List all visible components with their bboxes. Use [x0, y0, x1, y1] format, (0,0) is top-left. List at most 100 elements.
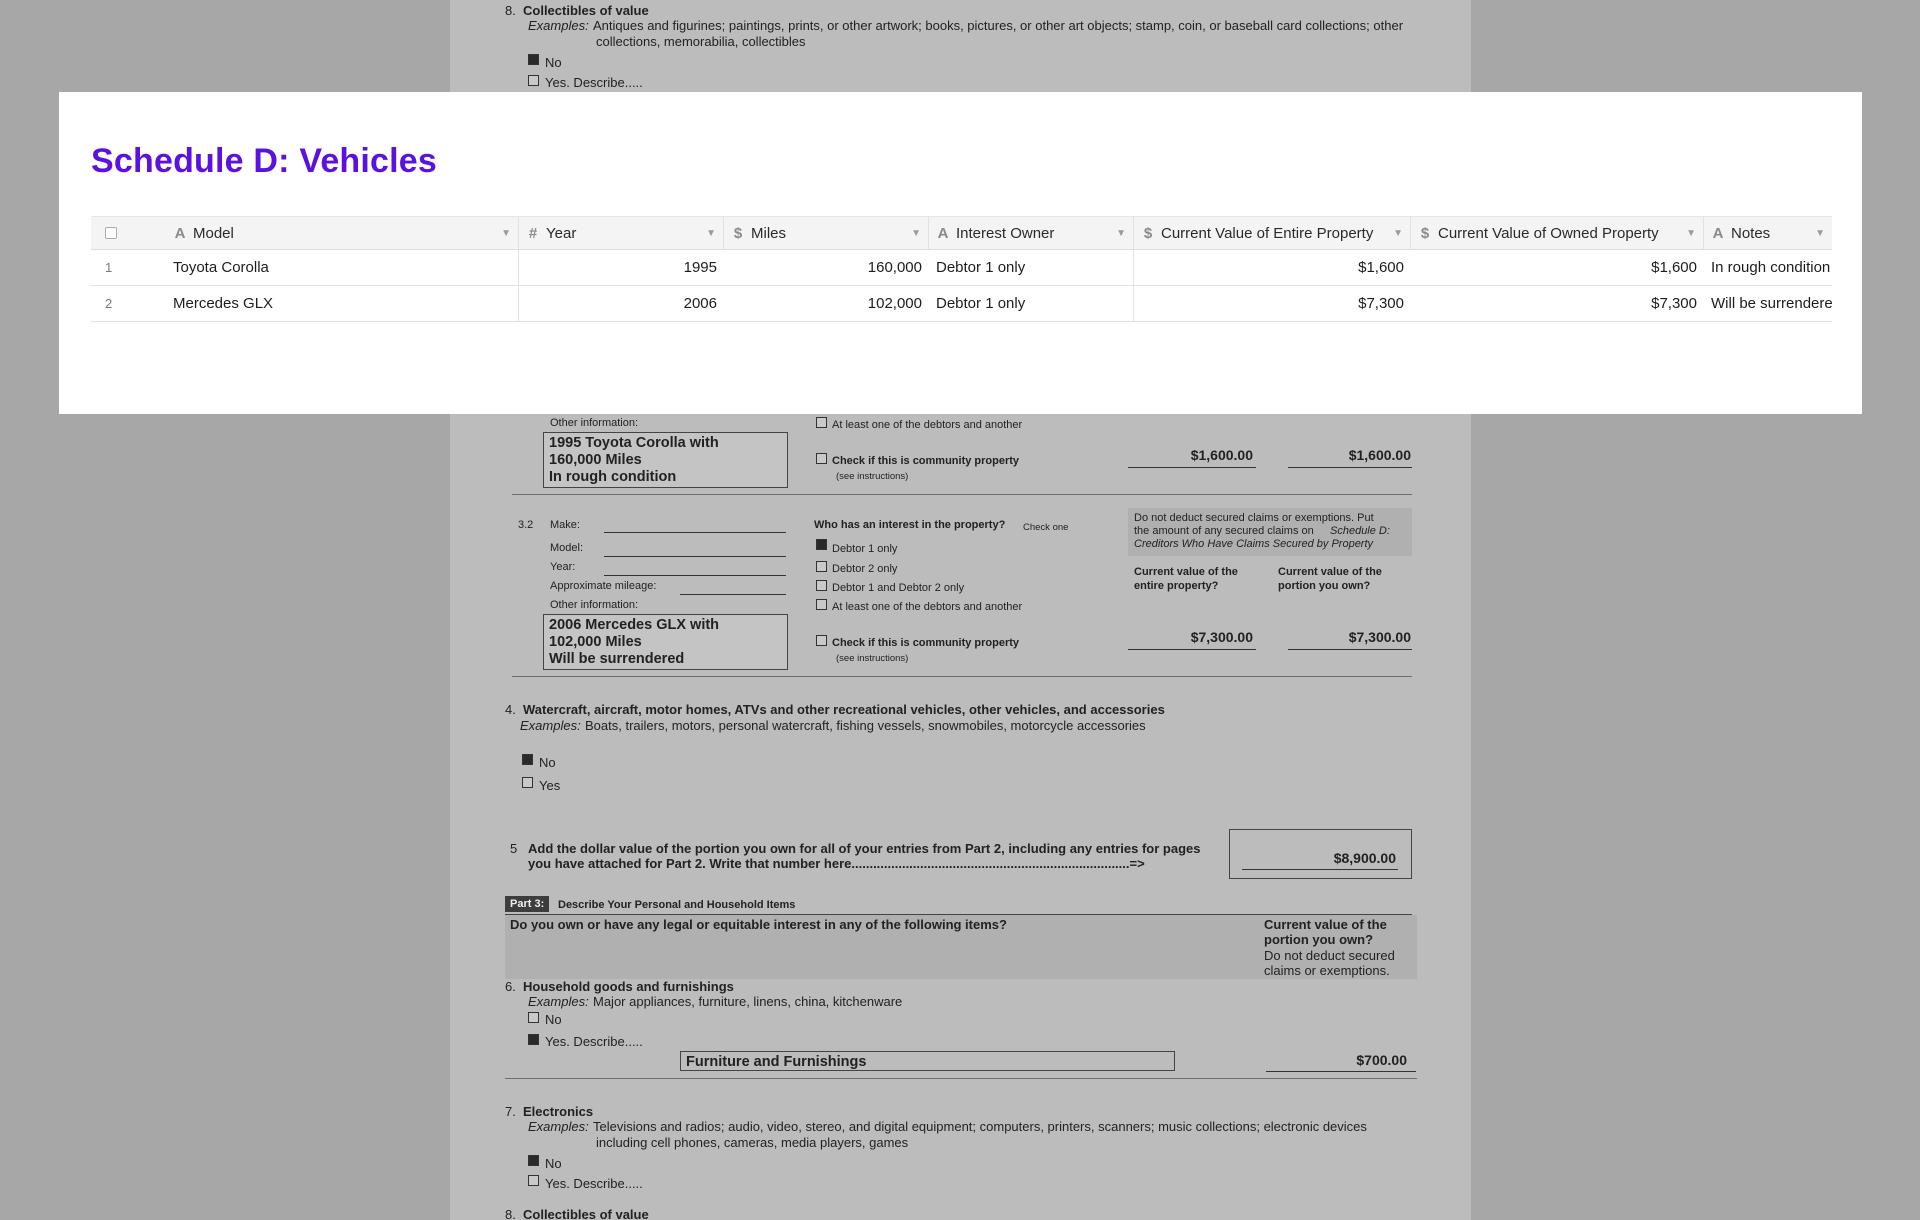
- checkbox-yes-checked: [528, 1034, 539, 1045]
- cell-model[interactable]: Mercedes GLX: [166, 286, 519, 321]
- item-number: 8.: [505, 1207, 516, 1220]
- text-field-icon: A: [937, 224, 949, 242]
- field-label: Make:: [550, 519, 580, 531]
- option-label: At least one of the debtors and another: [832, 601, 1023, 613]
- item-title: Collectibles of value: [523, 3, 649, 18]
- option-label: At least one of the debtors and another: [832, 419, 1023, 431]
- value-entire: $1,600.00: [1190, 447, 1253, 463]
- column-header-model[interactable]: A Model ▼: [166, 217, 519, 249]
- value-owned: $1,600.00: [1348, 447, 1411, 463]
- chevron-down-icon[interactable]: ▼: [1686, 228, 1696, 239]
- option-label: Yes. Describe.....: [545, 1176, 643, 1191]
- column-label: Year: [546, 224, 577, 242]
- checkbox: [816, 580, 827, 591]
- part-question: Do you own or have any legal or equitabl…: [510, 917, 1007, 932]
- item-title: Household goods and furnishings: [523, 979, 734, 994]
- cell-interest-owner[interactable]: Debtor 1 only: [929, 286, 1134, 321]
- checkbox-no-checked: [528, 1155, 539, 1166]
- community-label: Check if this is community property: [832, 455, 1020, 467]
- cell-notes[interactable]: In rough condition: [1704, 250, 1832, 285]
- other-info-box: 1995 Toyota Corolla with 160,000 Miles I…: [543, 432, 788, 488]
- underline: [1288, 467, 1412, 468]
- column-header-year[interactable]: # Year ▼: [519, 217, 724, 249]
- column-header-miles[interactable]: $ Miles ▼: [724, 217, 929, 249]
- cell-entire-value[interactable]: $7,300: [1134, 286, 1411, 321]
- total-instruction: Add the dollar value of the portion you …: [528, 841, 1201, 856]
- note-text: Creditors Who Have Claims Secured by Pro…: [1134, 538, 1374, 550]
- check-one: Check one: [1023, 522, 1069, 533]
- checkbox-no-checked: [528, 54, 539, 65]
- currency-field-icon: $: [1143, 224, 1153, 242]
- underline: [1266, 1071, 1416, 1072]
- option-label: Debtor 2 only: [832, 563, 898, 575]
- examples-text: Antiques and figurines; paintings, print…: [593, 18, 1404, 33]
- cell-interest-owner[interactable]: Debtor 1 only: [929, 250, 1134, 285]
- item-title: Electronics: [523, 1104, 594, 1119]
- option-label: No: [545, 1012, 562, 1027]
- underline: [680, 594, 786, 595]
- underline: [1128, 649, 1256, 650]
- item-title: Watercraft, aircraft, motor homes, ATVs …: [523, 702, 1165, 717]
- community-label: Check if this is community property: [832, 637, 1020, 649]
- item-number: 5: [510, 841, 518, 856]
- column-header-owned-value[interactable]: $ Current Value of Owned Property ▼: [1411, 217, 1704, 249]
- note-text: the amount of any secured claims on: [1134, 525, 1314, 537]
- cell-year[interactable]: 2006: [519, 286, 724, 321]
- description-text: Furniture and Furnishings: [686, 1054, 867, 1070]
- underline: [604, 556, 786, 557]
- column-label: Model: [193, 224, 234, 242]
- column-label: Miles: [751, 224, 787, 242]
- table-row[interactable]: 1 Toyota Corolla 1995 160,000 Debtor 1 o…: [91, 250, 1832, 286]
- checkbox-yes: [528, 75, 539, 86]
- cell-miles[interactable]: 102,000: [724, 286, 929, 321]
- cell-notes[interactable]: Will be surrendered: [1704, 286, 1832, 321]
- cell-model[interactable]: Toyota Corolla: [166, 250, 519, 285]
- cell-entire-value[interactable]: $1,600: [1134, 250, 1411, 285]
- examples-text: Major appliances, furniture, linens, chi…: [593, 994, 903, 1009]
- chevron-down-icon[interactable]: ▼: [1393, 228, 1403, 239]
- see-instructions: (see instructions): [836, 653, 909, 664]
- panel-title: Schedule D: Vehicles: [91, 142, 438, 180]
- chevron-down-icon[interactable]: ▼: [706, 228, 716, 239]
- cell-year[interactable]: 1995: [519, 250, 724, 285]
- chevron-down-icon[interactable]: ▼: [1116, 228, 1126, 239]
- cell-owned-value[interactable]: $7,300: [1411, 286, 1704, 321]
- checkbox: [816, 635, 827, 646]
- underline: [604, 532, 786, 533]
- checkbox-debtor1-checked: [816, 539, 827, 550]
- description-box: Furniture and Furnishings: [680, 1051, 1175, 1071]
- underline: [1128, 467, 1256, 468]
- field-label: Year:: [550, 561, 576, 573]
- examples-label: Examples:: [528, 1119, 589, 1134]
- column-header-notes[interactable]: A Notes ▼: [1704, 217, 1832, 249]
- select-all-cell[interactable]: [91, 217, 166, 249]
- col-header: Do not deduct secured: [1264, 948, 1395, 963]
- see-instructions: (see instructions): [836, 471, 909, 482]
- table-row[interactable]: 2 Mercedes GLX 2006 102,000 Debtor 1 onl…: [91, 286, 1832, 322]
- cell-owned-value[interactable]: $1,600: [1411, 250, 1704, 285]
- option-label: Debtor 1 and Debtor 2 only: [832, 582, 965, 594]
- select-all-checkbox[interactable]: [105, 227, 117, 239]
- col-header: portion you own?: [1264, 932, 1374, 947]
- col-header: Current value of the: [1134, 566, 1238, 578]
- examples-text: Boats, trailers, motors, personal waterc…: [585, 718, 1146, 733]
- option-label: No: [545, 55, 562, 70]
- chevron-down-icon[interactable]: ▼: [911, 228, 921, 239]
- grid-header-row: A Model ▼ # Year ▼ $ Miles ▼ A Interest Owne…: [91, 216, 1832, 250]
- examples-text: collections, memorabilia, collectibles: [596, 34, 806, 49]
- column-header-entire-value[interactable]: $ Current Value of Entire Property ▼: [1134, 217, 1411, 249]
- item-number: 7.: [505, 1104, 516, 1119]
- chevron-down-icon[interactable]: ▼: [501, 228, 511, 239]
- checkbox: [816, 599, 827, 610]
- note-text: Schedule D:: [1330, 525, 1390, 537]
- other-info-line: 160,000 Miles: [549, 452, 642, 468]
- cell-miles[interactable]: 160,000: [724, 250, 929, 285]
- chevron-down-icon[interactable]: ▼: [1815, 228, 1825, 239]
- divider: [512, 494, 1412, 495]
- col-header: Current value of the: [1264, 917, 1387, 932]
- item-value: $700.00: [1356, 1052, 1407, 1068]
- checkbox: [816, 453, 827, 464]
- column-header-interest-owner[interactable]: A Interest Owner ▼: [929, 217, 1134, 249]
- vehicles-grid: A Model ▼ # Year ▼ $ Miles ▼ A Interest Owne…: [91, 216, 1832, 322]
- item-number: 6.: [505, 979, 516, 994]
